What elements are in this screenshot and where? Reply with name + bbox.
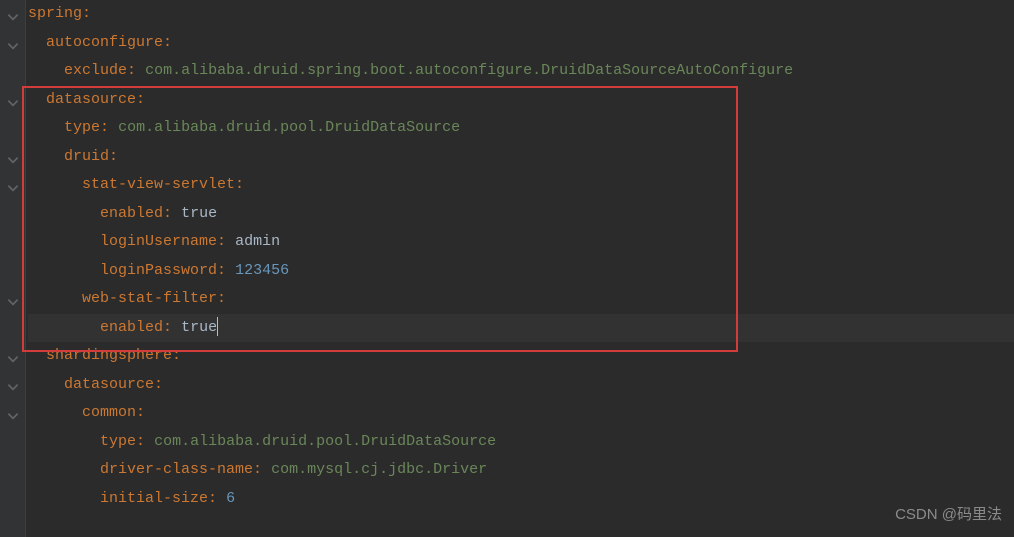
code-line[interactable]: shardingsphere:: [28, 342, 1014, 371]
indent: [28, 57, 64, 86]
colon: :: [253, 456, 262, 485]
indent: [28, 456, 100, 485]
code-line[interactable]: type: com.alibaba.druid.pool.DruidDataSo…: [28, 114, 1014, 143]
yaml-key: datasource: [64, 371, 154, 400]
code-line[interactable]: loginPassword: 123456: [28, 257, 1014, 286]
code-line[interactable]: enabled: true: [28, 314, 1014, 343]
code-line[interactable]: common:: [28, 399, 1014, 428]
code-line[interactable]: exclude: com.alibaba.druid.spring.boot.a…: [28, 57, 1014, 86]
code-line[interactable]: autoconfigure:: [28, 29, 1014, 58]
yaml-key: exclude: [64, 57, 127, 86]
fold-icon[interactable]: [6, 93, 20, 107]
yaml-key: shardingsphere: [46, 342, 172, 371]
code-editor[interactable]: spring: autoconfigure: exclude: com.alib…: [26, 0, 1014, 513]
indent: [28, 285, 82, 314]
yaml-value: com.alibaba.druid.spring.boot.autoconfig…: [145, 57, 793, 86]
yaml-key: loginUsername: [100, 228, 217, 257]
code-line[interactable]: spring:: [28, 0, 1014, 29]
yaml-value: com.alibaba.druid.pool.DruidDataSource: [154, 428, 496, 457]
colon: :: [208, 485, 217, 514]
yaml-key: stat-view-servlet: [82, 171, 235, 200]
fold-icon[interactable]: [6, 36, 20, 50]
colon: :: [109, 143, 118, 172]
yaml-value: com.alibaba.druid.pool.DruidDataSource: [118, 114, 460, 143]
yaml-key: initial-size: [100, 485, 208, 514]
yaml-key: driver-class-name: [100, 456, 253, 485]
code-line[interactable]: datasource:: [28, 371, 1014, 400]
indent: [28, 257, 100, 286]
code-line[interactable]: web-stat-filter:: [28, 285, 1014, 314]
code-line[interactable]: druid:: [28, 143, 1014, 172]
yaml-key: type: [64, 114, 100, 143]
yaml-value: admin: [235, 228, 280, 257]
code-line[interactable]: stat-view-servlet:: [28, 171, 1014, 200]
yaml-key: type: [100, 428, 136, 457]
fold-icon[interactable]: [6, 7, 20, 21]
colon: :: [235, 171, 244, 200]
indent: [28, 371, 64, 400]
fold-icon[interactable]: [6, 406, 20, 420]
colon: :: [163, 200, 172, 229]
code-line[interactable]: enabled: true: [28, 200, 1014, 229]
yaml-key: web-stat-filter: [82, 285, 217, 314]
yaml-key: enabled: [100, 314, 163, 343]
colon: :: [127, 57, 136, 86]
indent: [28, 29, 46, 58]
fold-icon[interactable]: [6, 349, 20, 363]
code-line[interactable]: driver-class-name: com.mysql.cj.jdbc.Dri…: [28, 456, 1014, 485]
indent: [28, 314, 100, 343]
colon: :: [100, 114, 109, 143]
yaml-value: 123456: [235, 257, 289, 286]
fold-icon[interactable]: [6, 150, 20, 164]
yaml-key: spring: [28, 0, 82, 29]
colon: :: [217, 285, 226, 314]
yaml-key: loginPassword: [100, 257, 217, 286]
yaml-value: true: [181, 200, 217, 229]
indent: [28, 399, 82, 428]
indent: [28, 86, 46, 115]
indent: [28, 428, 100, 457]
colon: :: [217, 228, 226, 257]
indent: [28, 143, 64, 172]
yaml-value: com.mysql.cj.jdbc.Driver: [271, 456, 487, 485]
code-line[interactable]: type: com.alibaba.druid.pool.DruidDataSo…: [28, 428, 1014, 457]
yaml-key: enabled: [100, 200, 163, 229]
colon: :: [136, 399, 145, 428]
yaml-value: true: [181, 314, 217, 343]
code-line[interactable]: initial-size: 6: [28, 485, 1014, 514]
colon: :: [136, 428, 145, 457]
editor-gutter: [0, 0, 26, 537]
code-line[interactable]: loginUsername: admin: [28, 228, 1014, 257]
yaml-key: common: [82, 399, 136, 428]
colon: :: [163, 29, 172, 58]
code-line[interactable]: datasource:: [28, 86, 1014, 115]
yaml-value: 6: [226, 485, 235, 514]
colon: :: [136, 86, 145, 115]
colon: :: [82, 0, 91, 29]
fold-icon[interactable]: [6, 292, 20, 306]
indent: [28, 228, 100, 257]
fold-icon[interactable]: [6, 377, 20, 391]
indent: [28, 342, 46, 371]
colon: :: [163, 314, 172, 343]
yaml-key: datasource: [46, 86, 136, 115]
indent: [28, 200, 100, 229]
text-cursor: [217, 317, 218, 336]
colon: :: [172, 342, 181, 371]
indent: [28, 171, 82, 200]
yaml-key: autoconfigure: [46, 29, 163, 58]
indent: [28, 485, 100, 514]
fold-icon[interactable]: [6, 178, 20, 192]
colon: :: [154, 371, 163, 400]
indent: [28, 114, 64, 143]
colon: :: [217, 257, 226, 286]
yaml-key: druid: [64, 143, 109, 172]
